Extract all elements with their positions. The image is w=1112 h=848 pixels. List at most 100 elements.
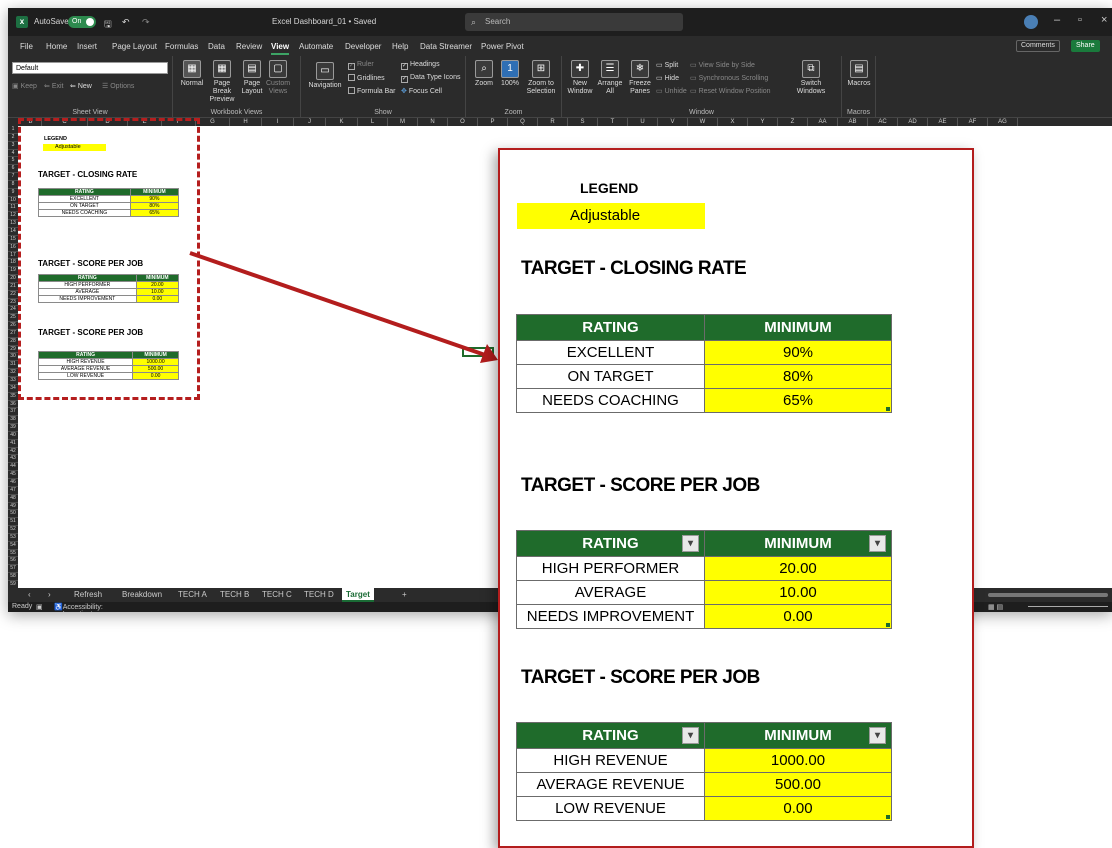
filter-dropdown-icon[interactable]: ▾ <box>682 535 699 552</box>
row-header[interactable]: 16 <box>8 244 18 252</box>
selected-cell[interactable] <box>462 347 494 357</box>
row-header[interactable]: 54 <box>8 542 18 550</box>
view-side-by-side-button[interactable]: ▭ View Side by Side <box>690 61 755 69</box>
column-header-p[interactable]: P <box>478 118 508 126</box>
save-icon[interactable]: 🖫 <box>104 17 112 33</box>
arrange-all-button[interactable]: ☰ Arrange All <box>596 60 624 96</box>
add-sheet-button[interactable]: + <box>402 590 407 599</box>
rating-cell[interactable]: NEEDS IMPROVEMENT <box>516 604 705 629</box>
focus-cell-button[interactable]: ✥ Focus Cell <box>401 87 442 95</box>
gridlines-checkbox[interactable]: Gridlines <box>348 74 385 82</box>
data-type-icons-checkbox[interactable]: ✓ Data Type Icons <box>401 74 460 83</box>
reset-position-button[interactable]: ▭ Reset Window Position <box>690 87 771 95</box>
rating-cell[interactable]: HIGH REVENUE <box>516 748 705 773</box>
row-header[interactable]: 5 <box>8 157 18 166</box>
autosave-toggle[interactable]: On <box>68 16 96 28</box>
row-header[interactable]: 51 <box>8 518 18 527</box>
row-header[interactable]: 30 <box>8 353 18 362</box>
tab-tech-c[interactable]: TECH C <box>262 590 292 599</box>
column-header-af[interactable]: AF <box>958 118 988 126</box>
search-box[interactable]: ⌕ Search <box>465 13 683 31</box>
headings-checkbox[interactable]: ✓ Headings <box>401 61 440 70</box>
menu-insert[interactable]: Insert <box>77 42 97 51</box>
menu-automate[interactable]: Automate <box>299 42 333 51</box>
scroll-left-icon[interactable]: ‹ <box>28 590 31 599</box>
hide-button[interactable]: ▭ Hide <box>656 74 679 82</box>
row-header[interactable]: 32 <box>8 369 18 377</box>
split-button[interactable]: ▭ Split <box>656 61 678 69</box>
column-header-ad[interactable]: AD <box>898 118 928 126</box>
column-header-z[interactable]: Z <box>778 118 808 126</box>
rating-cell[interactable]: EXCELLENT <box>516 340 705 365</box>
row-header[interactable]: 36 <box>8 401 18 409</box>
column-header-j[interactable]: J <box>294 118 326 126</box>
profile-avatar[interactable] <box>1024 15 1038 29</box>
minimum-cell[interactable]: 65% <box>704 388 892 413</box>
column-header-ab[interactable]: AB <box>838 118 868 126</box>
menu-page-layout[interactable]: Page Layout <box>112 42 157 51</box>
column-header-r[interactable]: R <box>538 118 568 126</box>
row-header[interactable]: 50 <box>8 510 18 519</box>
close-icon[interactable]: × <box>1101 14 1107 26</box>
accessibility-status[interactable]: ♿ Accessibility: Investigate <box>54 603 103 612</box>
menu-file[interactable]: File <box>20 42 33 51</box>
row-header[interactable]: 23 <box>8 299 18 307</box>
row-header[interactable]: 42 <box>8 448 18 456</box>
options-button[interactable]: ☰ Options <box>102 82 134 90</box>
exit-button[interactable]: ⇐ Exit <box>44 82 63 90</box>
minimum-cell[interactable]: 0.00 <box>704 604 892 629</box>
column-header-s[interactable]: S <box>568 118 598 126</box>
row-header[interactable]: 53 <box>8 534 18 542</box>
row-header[interactable]: 45 <box>8 471 18 479</box>
column-header-n[interactable]: N <box>418 118 448 126</box>
custom-views-button[interactable]: ▢ Custom Views <box>265 60 291 96</box>
new-window-button[interactable]: ✚ New Window <box>566 60 594 96</box>
tab-target[interactable]: Target <box>342 588 374 602</box>
formula-bar-checkbox[interactable]: Formula Bar <box>348 87 396 95</box>
menu-developer[interactable]: Developer <box>345 42 381 51</box>
zoom-button[interactable]: ⌕ Zoom <box>472 60 496 88</box>
page-view-icon[interactable]: ▦ ▤ <box>988 603 1003 611</box>
redo-icon[interactable]: ↷ <box>142 17 150 28</box>
rating-cell[interactable]: LOW REVENUE <box>516 796 705 821</box>
undo-icon[interactable]: ↶ <box>122 17 130 28</box>
new-view-button[interactable]: ⇐ New <box>70 82 92 90</box>
menu-help[interactable]: Help <box>392 42 408 51</box>
unhide-button[interactable]: ▭ Unhide <box>656 87 687 95</box>
row-header[interactable]: 49 <box>8 503 18 511</box>
row-header[interactable]: 12 <box>8 212 18 221</box>
minimum-cell[interactable]: 0.00 <box>704 796 892 821</box>
comments-button[interactable]: Comments <box>1016 40 1060 52</box>
row-header[interactable]: 8 <box>8 181 18 189</box>
minimum-cell[interactable]: 90% <box>704 340 892 365</box>
keep-button[interactable]: ▣ Keep <box>12 82 37 90</box>
row-header[interactable]: 34 <box>8 385 18 393</box>
row-header[interactable]: 38 <box>8 416 18 425</box>
zoom-100-button[interactable]: 1 100% <box>498 60 522 88</box>
column-header-y[interactable]: Y <box>748 118 778 126</box>
filter-dropdown-icon[interactable]: ▾ <box>869 535 886 552</box>
menu-data-streamer[interactable]: Data Streamer <box>420 42 472 51</box>
row-header[interactable]: 11 <box>8 204 18 213</box>
row-header[interactable]: 55 <box>8 550 18 558</box>
switch-windows-button[interactable]: ⧉ Switch Windows <box>794 60 828 96</box>
menu-review[interactable]: Review <box>236 42 262 51</box>
closing-rate-table[interactable]: RATING MINIMUM EXCELLENT 90% ON TARGET 80% … <box>516 314 892 413</box>
row-header[interactable]: 9 <box>8 189 18 197</box>
row-header[interactable]: 17 <box>8 252 18 260</box>
column-header-i[interactable]: I <box>262 118 294 126</box>
file-name[interactable]: Excel Dashboard_01 • Saved <box>272 17 376 26</box>
minimize-icon[interactable]: – <box>1054 14 1060 26</box>
rating-cell[interactable]: AVERAGE REVENUE <box>516 772 705 797</box>
menu-view[interactable]: View <box>271 42 290 55</box>
page-break-button[interactable]: ▦ Page Break Preview <box>207 60 237 104</box>
tab-tech-b[interactable]: TECH B <box>220 590 249 599</box>
row-header[interactable]: 43 <box>8 455 18 464</box>
column-header-g[interactable]: G <box>196 118 230 126</box>
column-header-x[interactable]: X <box>718 118 748 126</box>
row-header[interactable]: 1 <box>8 126 18 134</box>
ruler-checkbox[interactable]: ✓ Ruler <box>348 61 374 70</box>
freeze-panes-button[interactable]: ❄ Freeze Panes <box>626 60 654 96</box>
sync-scroll-button[interactable]: ▭ Synchronous Scrolling <box>690 74 768 82</box>
row-header[interactable]: 39 <box>8 424 18 432</box>
